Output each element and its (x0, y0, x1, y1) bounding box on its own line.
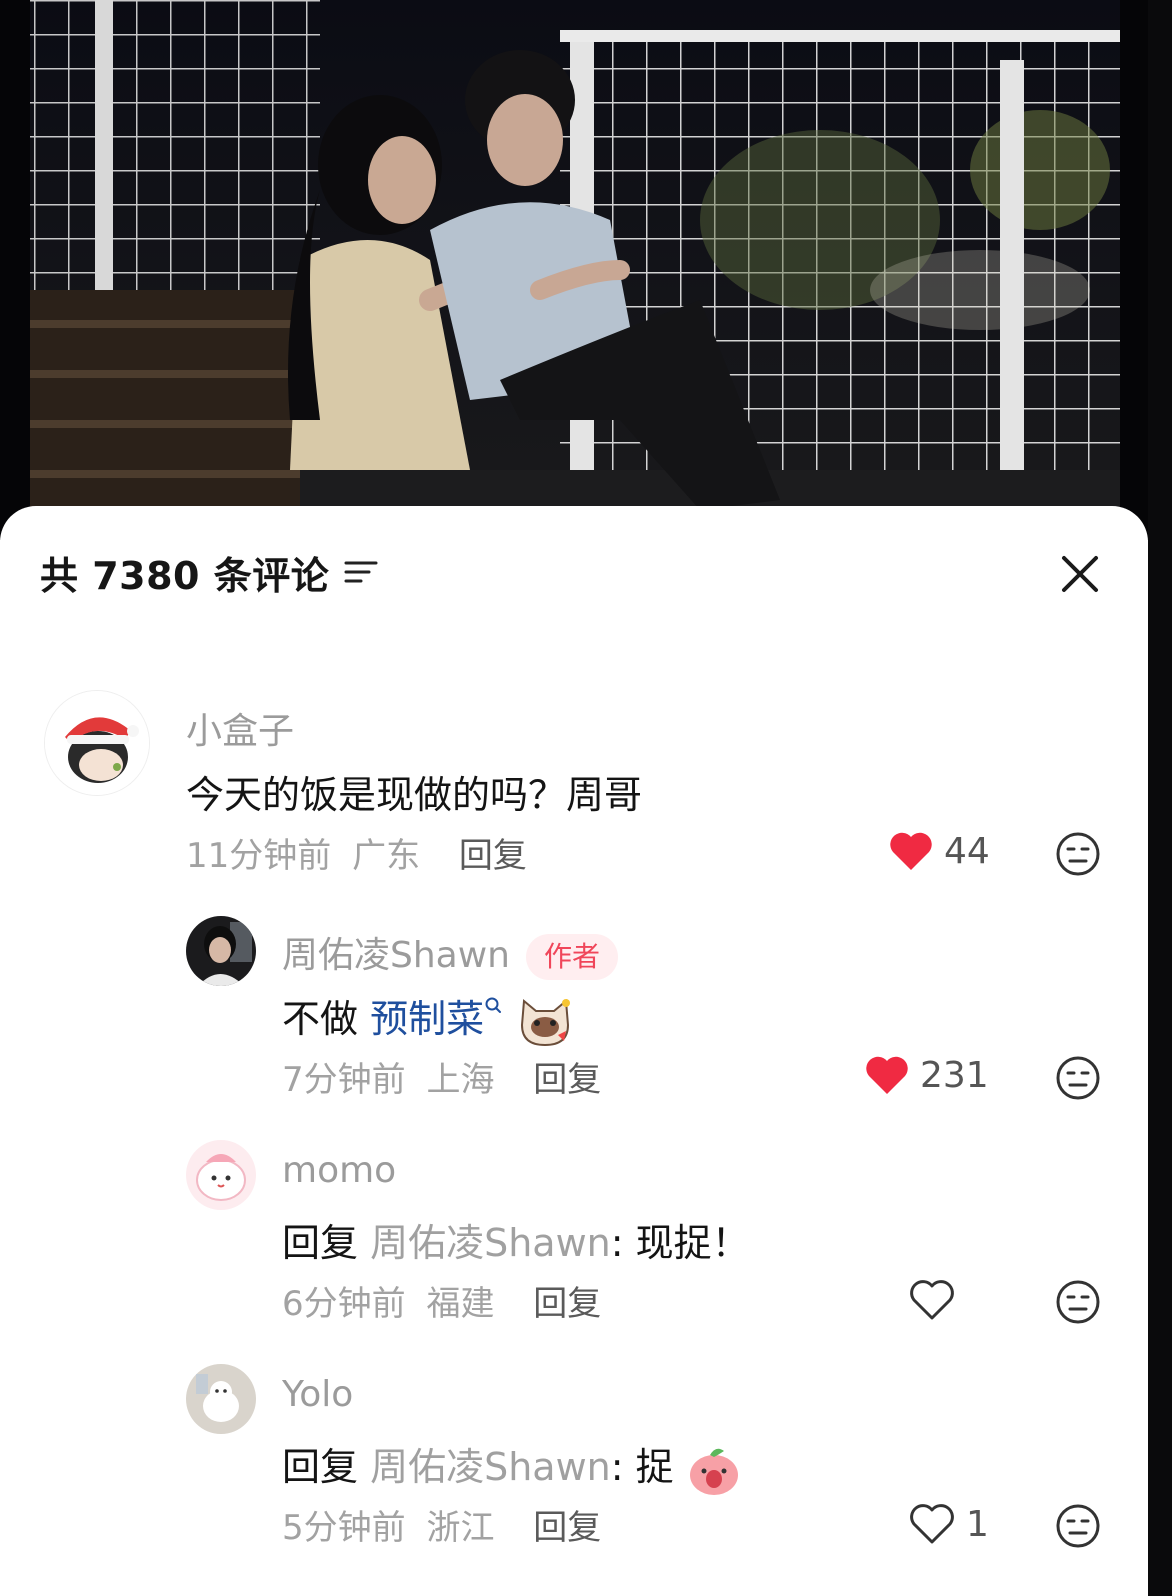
like-button[interactable]: 1 (908, 1502, 989, 1546)
reply-location: 上海 (426, 1060, 495, 1100)
topic-link[interactable]: 预制菜 (370, 997, 484, 1041)
reply-text: 不做 预制菜 (282, 988, 574, 1049)
like-count: 44 (944, 830, 990, 872)
reply-body: : 现捉！ (610, 1221, 750, 1265)
comment-location: 广东 (352, 836, 421, 876)
heart-icon (866, 1056, 908, 1094)
heart-outline-icon (910, 1504, 954, 1544)
reply-meta: 6分钟前 福建 回复 (282, 1276, 601, 1325)
reply-username[interactable]: Yolo (282, 1374, 353, 1415)
reply-time: 7分钟前 (282, 1060, 406, 1100)
heart-icon (890, 832, 932, 870)
comment-count-title: 共 7380 条评论 (40, 553, 330, 598)
dislike-face-icon[interactable] (1054, 1054, 1102, 1106)
reply-button[interactable]: 回复 (533, 1284, 601, 1324)
peach-sticker-icon (689, 1448, 738, 1495)
like-button[interactable] (908, 1278, 956, 1322)
comment-meta: 11分钟前 广东 回复 (186, 828, 527, 877)
reply-time: 5分钟前 (282, 1508, 406, 1548)
like-count: 1 (966, 1503, 989, 1545)
video-player[interactable] (0, 0, 1172, 540)
dislike-face-icon[interactable] (1054, 1278, 1102, 1330)
reply-location: 浙江 (426, 1508, 495, 1548)
reply-username[interactable]: 周佑凌Shawn 作者 (282, 926, 619, 980)
reply-prefix: 回复 (282, 1221, 371, 1265)
mention-link[interactable]: 周佑凌Shawn (370, 1221, 611, 1265)
reply-meta: 7分钟前 上海 回复 (282, 1052, 601, 1101)
reply-body: : 捉 (610, 1445, 674, 1489)
dislike-face-icon[interactable] (1054, 1502, 1102, 1554)
video-frame-image (0, 0, 1172, 540)
reply-meta: 5分钟前 浙江 回复 (282, 1500, 601, 1549)
avatar[interactable] (186, 1140, 256, 1210)
avatar[interactable] (44, 690, 150, 796)
reply-username[interactable]: momo (282, 1150, 396, 1191)
search-icon (485, 997, 502, 1014)
dislike-face-icon[interactable] (1054, 830, 1102, 882)
like-button[interactable]: 44 (888, 830, 990, 872)
like-button[interactable]: 231 (864, 1054, 989, 1096)
mention-link[interactable]: 周佑凌Shawn (370, 1445, 611, 1489)
reply-prefix: 回复 (282, 1445, 371, 1489)
username-text[interactable]: 周佑凌Shawn (282, 935, 510, 976)
app-frame: 共 7380 条评论 小盒子 今天的饭是现做的吗？周哥 11分钟前 广东 回复 … (0, 0, 1172, 1596)
comments-header: 共 7380 条评论 (40, 546, 379, 598)
close-icon[interactable] (1056, 550, 1104, 598)
comment-time: 11分钟前 (186, 836, 332, 876)
reply-button[interactable]: 回复 (533, 1060, 601, 1100)
reply-text: 回复 周佑凌Shawn: 现捉！ (282, 1212, 750, 1267)
like-count: 231 (920, 1054, 989, 1096)
avatar[interactable] (186, 1364, 256, 1434)
reply-time: 6分钟前 (282, 1284, 406, 1324)
avatar[interactable] (186, 916, 256, 986)
reply-button[interactable]: 回复 (533, 1508, 601, 1548)
reply-button[interactable]: 回复 (459, 836, 527, 876)
reply-location: 福建 (426, 1284, 495, 1324)
heart-outline-icon (910, 1280, 954, 1320)
comment-text: 今天的饭是现做的吗？周哥 (186, 773, 643, 817)
comment-username[interactable]: 小盒子 (186, 702, 294, 754)
cat-sticker-icon (521, 998, 571, 1046)
filter-icon[interactable] (343, 557, 379, 587)
author-badge: 作者 (526, 934, 619, 980)
screen-edge (1148, 0, 1172, 1596)
reply-text-prefix: 不做 (282, 997, 371, 1041)
reply-text: 回复 周佑凌Shawn: 捉 (282, 1436, 742, 1497)
comments-sheet: 共 7380 条评论 小盒子 今天的饭是现做的吗？周哥 11分钟前 广东 回复 … (0, 506, 1148, 1596)
